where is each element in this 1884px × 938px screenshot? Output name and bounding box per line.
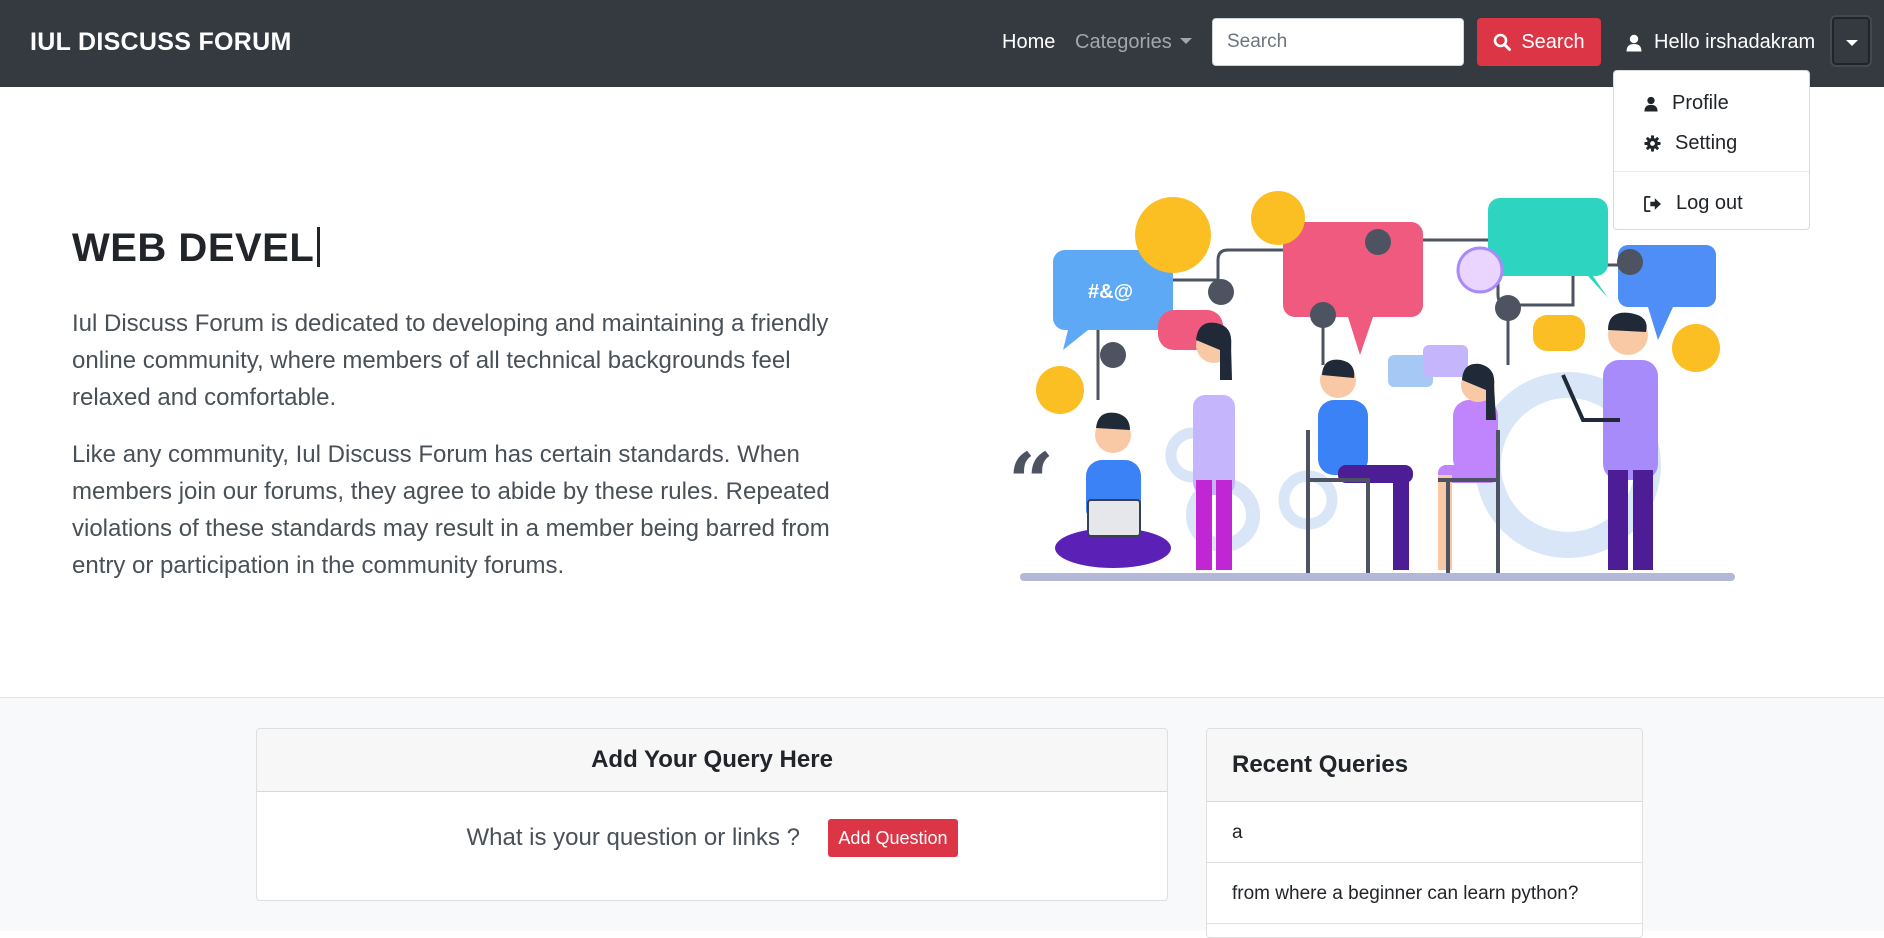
nav-home-link[interactable]: Home <box>1002 31 1055 54</box>
search-button[interactable]: Search <box>1477 18 1601 66</box>
user-greeting-label: Hello irshadakram <box>1654 31 1816 53</box>
menu-item-setting-label: Setting <box>1675 132 1738 154</box>
recent-queries-card: Recent Queries a from where a beginner c… <box>1206 728 1643 938</box>
recent-query-item[interactable]: from where a beginner can learn python? <box>1207 863 1642 924</box>
search-icon <box>1494 33 1512 51</box>
menu-item-profile[interactable]: Profile <box>1644 92 1729 115</box>
recent-query-item[interactable]: a <box>1207 802 1642 863</box>
user-icon <box>1626 34 1642 51</box>
nav-categories-dropdown[interactable]: Categories <box>1075 31 1192 54</box>
caret-down-icon <box>1846 40 1858 46</box>
hero-paragraph-2: Like any community, Iul Discuss Forum ha… <box>72 441 830 579</box>
user-greeting[interactable]: Hello irshadakram <box>1626 31 1815 54</box>
user-menu-toggle-button[interactable] <box>1832 17 1870 65</box>
brand-logo[interactable]: IUL DISCUSS FORUM <box>30 28 292 57</box>
nav-categories-label: Categories <box>1075 31 1172 53</box>
menu-divider <box>1614 171 1809 172</box>
menu-item-logout-label: Log out <box>1676 192 1743 214</box>
svg-text:“: “ <box>1008 435 1054 529</box>
community-illustration: #&@ “ <box>1008 191 1735 581</box>
search-button-label: Search <box>1521 30 1585 53</box>
navbar: IUL DISCUSS FORUM Home Categories Search… <box>0 0 1884 87</box>
svg-text:#&@: #&@ <box>1088 281 1133 303</box>
add-query-card-title: Add Your Query Here <box>257 729 1167 792</box>
hero-paragraph-1: Iul Discuss Forum is dedicated to develo… <box>72 310 829 411</box>
typing-cursor <box>317 227 321 267</box>
search-input[interactable] <box>1212 18 1464 66</box>
content-section: Add Your Query Here What is your questio… <box>0 697 1884 938</box>
menu-item-setting[interactable]: Setting <box>1644 132 1737 155</box>
question-prompt: What is your question or links ? <box>466 824 800 851</box>
user-icon <box>1644 96 1658 111</box>
menu-item-profile-label: Profile <box>1672 92 1729 114</box>
hero-title: WEB DEVEL <box>72 226 321 271</box>
hero-title-text: WEB DEVEL <box>72 226 315 270</box>
add-query-card: Add Your Query Here What is your questio… <box>256 728 1168 901</box>
add-query-body: What is your question or links ? Add Que… <box>257 819 1167 857</box>
recent-queries-title: Recent Queries <box>1207 729 1642 802</box>
gear-icon <box>1644 135 1661 152</box>
sign-out-icon <box>1644 195 1661 212</box>
caret-down-icon <box>1179 38 1192 44</box>
user-dropdown-menu: Profile Setting Log out <box>1613 70 1810 230</box>
add-question-button[interactable]: Add Question <box>828 819 958 857</box>
menu-item-logout[interactable]: Log out <box>1644 192 1743 215</box>
